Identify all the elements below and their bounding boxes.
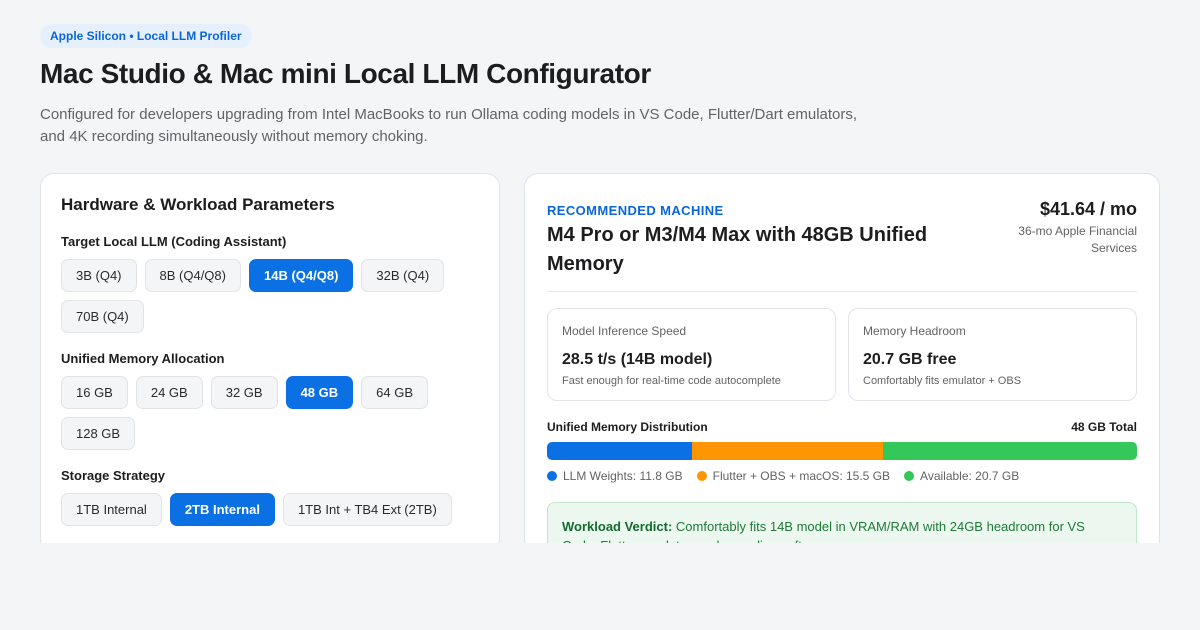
legend-item: Flutter + OBS + macOS: 15.5 GB [696, 469, 891, 483]
legend-dot-icon [904, 471, 915, 481]
recommended-machine-name: M4 Pro or M3/M4 Max with 48GB Unified Me… [547, 224, 928, 275]
parameters-panel-title: Hardware & Workload Parameters [61, 195, 335, 214]
metric-note: Fast enough for real-time code autocompl… [562, 375, 781, 387]
memory-distribution-total: 48 GB Total [1071, 420, 1137, 434]
memory-headroom-card: Memory Headroom 20.7 GB free Comfortably… [848, 308, 1137, 401]
llm-option[interactable]: 70B (Q4) [61, 300, 144, 333]
verdict-label: Workload Verdict: [562, 519, 673, 534]
legend-item: Available: 20.7 GB [904, 469, 1019, 483]
llm-group-label: Target Local LLM (Coding Assistant) [61, 234, 287, 249]
storage-option[interactable]: 2TB Internal [169, 493, 275, 526]
memory-option[interactable]: 64 GB [361, 376, 429, 409]
metric-label: Model Inference Speed [562, 324, 687, 338]
memory-options: 16 GB 24 GB 32 GB 48 GB 64 GB 128 GB [61, 376, 481, 450]
legend-label: LLM Weights: 11.8 GB [563, 469, 683, 483]
legend-dot-icon [547, 471, 557, 481]
metric-value: 28.5 t/s (14B model) [562, 351, 713, 368]
inference-speed-card: Model Inference Speed 28.5 t/s (14B mode… [547, 308, 836, 401]
legend-dot-icon [696, 471, 707, 481]
metric-label: Memory Headroom [863, 324, 966, 338]
memory-option[interactable]: 24 GB [135, 376, 203, 409]
memory-option[interactable]: 32 GB [210, 376, 278, 409]
legend-item: LLM Weights: 11.8 GB [547, 469, 683, 483]
llm-option[interactable]: 32B (Q4) [361, 259, 445, 292]
recommended-label: RECOMMENDED MACHINE [547, 203, 724, 218]
memory-group-label: Unified Memory Allocation [61, 351, 225, 366]
parameters-panel: Hardware & Workload Parameters Target Lo… [40, 173, 500, 553]
memory-option[interactable]: 128 GB [61, 417, 136, 450]
financing-note: 36-mo Apple Financial Services [1018, 224, 1137, 255]
storage-option[interactable]: 1TB Internal [61, 493, 162, 526]
metric-note: Comfortably fits emulator + OBS [863, 375, 1022, 387]
profiler-badge: Apple Silicon • Local LLM Profiler [40, 24, 252, 48]
memory-segment [692, 442, 883, 460]
llm-option[interactable]: 8B (Q4/Q8) [144, 259, 241, 292]
memory-distribution-label: Unified Memory Distribution [547, 420, 708, 434]
storage-options: 1TB Internal 2TB Internal 1TB Int + TB4 Ex… [61, 493, 481, 526]
monthly-price: $41.64 / mo [1039, 199, 1137, 219]
legend-label: Available: 20.7 GB [920, 469, 1020, 483]
llm-option[interactable]: 3B (Q4) [61, 259, 137, 292]
llm-option[interactable]: 14B (Q4/Q8) [248, 259, 354, 292]
memory-option[interactable]: 48 GB [285, 376, 354, 409]
memory-distribution-legend: LLM Weights: 11.8 GB Flutter + OBS + macO… [547, 469, 1019, 483]
divider [547, 291, 1137, 292]
memory-option[interactable]: 16 GB [61, 376, 128, 409]
legend-label: Flutter + OBS + macOS: 15.5 GB [712, 469, 891, 483]
memory-distribution-bar [547, 442, 1137, 460]
recommendation-panel: RECOMMENDED MACHINE M4 Pro or M3/M4 Max … [524, 173, 1160, 582]
page-subtitle: Configured for developers upgrading from… [40, 106, 858, 145]
storage-option[interactable]: 1TB Int + TB4 Ext (2TB) [282, 493, 452, 526]
page-title: Mac Studio & Mac mini Local LLM Configur… [40, 58, 651, 89]
memory-segment [882, 442, 1137, 460]
memory-segment [547, 442, 693, 460]
viewport-fold [0, 543, 1200, 630]
storage-group-label: Storage Strategy [61, 468, 166, 483]
metric-value: 20.7 GB free [863, 351, 957, 368]
llm-options: 3B (Q4) 8B (Q4/Q8) 14B (Q4/Q8) 32B (Q4) 70B … [61, 259, 481, 333]
